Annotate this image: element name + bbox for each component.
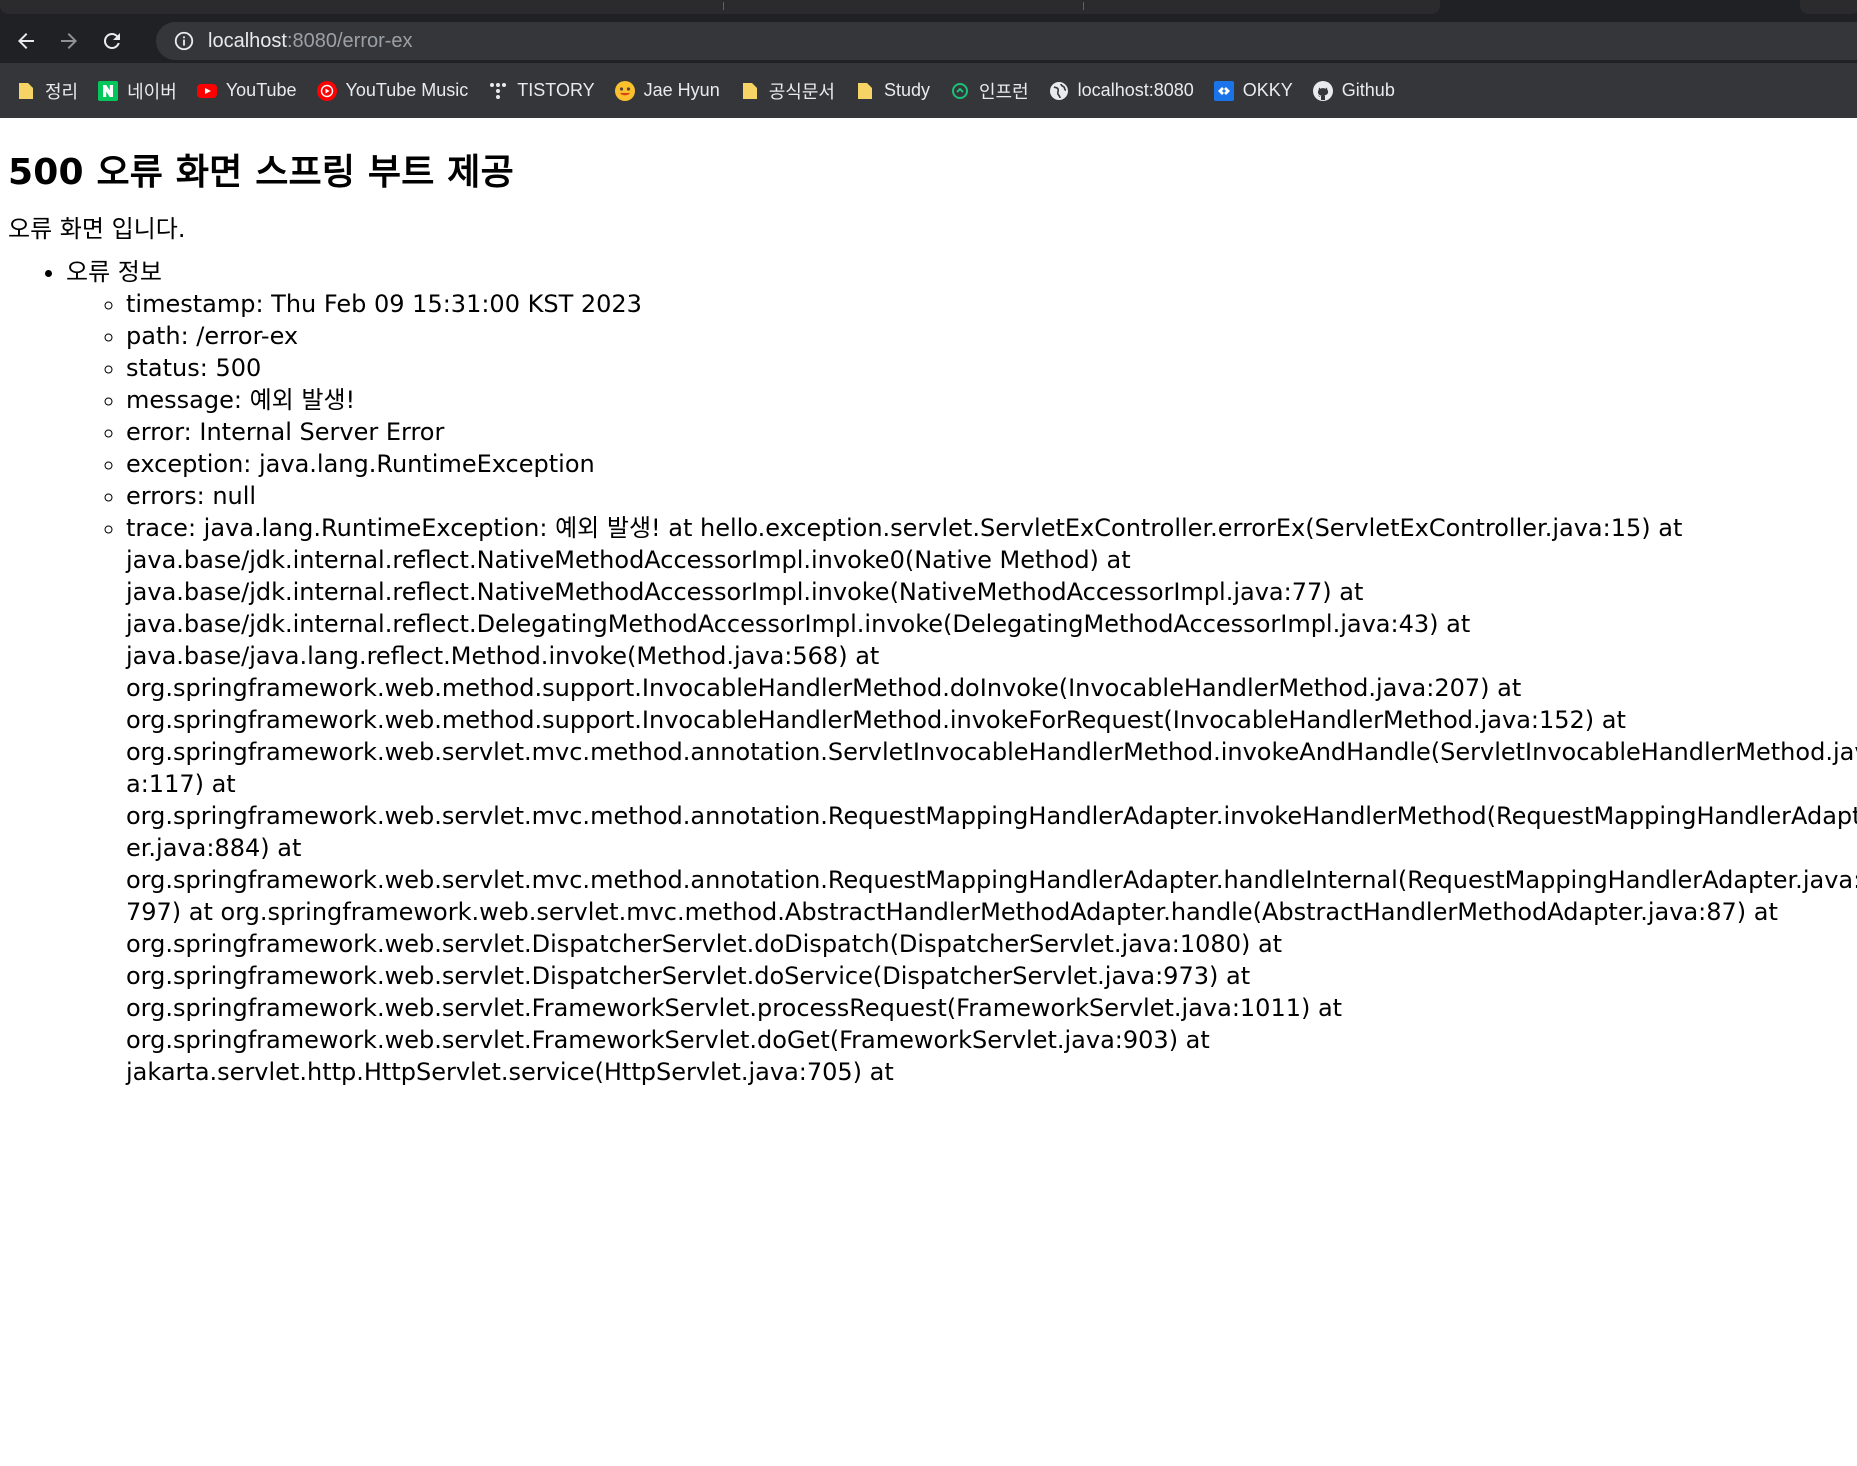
bookmark-localhost[interactable]: localhost:8080	[1047, 74, 1196, 108]
error-item: error: Internal Server Error	[126, 416, 1857, 448]
tab-active[interactable]	[0, 0, 1440, 14]
bookmark-label: TISTORY	[517, 80, 595, 100]
errors-item: errors: null	[126, 480, 1857, 512]
page-lead: 오류 화면 입니다.	[8, 215, 186, 243]
bookmark-label: OKKY	[1242, 80, 1293, 100]
bookmark-jae-hyun[interactable]: Jae Hyun	[613, 74, 722, 108]
emoji-icon	[614, 80, 635, 101]
message-item: message: 예외 발생!	[126, 384, 1857, 416]
bookmark-label: localhost:8080	[1077, 80, 1194, 100]
bookmark-youtube[interactable]: YouTube	[195, 74, 299, 108]
section-label: 오류 정보	[66, 258, 162, 286]
trace-item: trace: java.lang.RuntimeException: 예외 발생…	[126, 512, 1857, 1088]
inflearn-icon	[950, 81, 970, 101]
okky-icon	[1213, 80, 1234, 101]
youtube-music-icon	[316, 80, 337, 101]
page-title: 500 오류 화면 스프링 부트 제공	[8, 152, 514, 193]
address-bar[interactable]: localhost:8080/error-ex	[156, 22, 1857, 60]
bookmark-정리[interactable]: 정리	[14, 74, 80, 108]
bookmark-label: Study	[883, 80, 930, 100]
tab-inactive[interactable]	[1800, 0, 1857, 14]
reload-icon	[103, 32, 120, 49]
forward-button[interactable]	[52, 24, 86, 58]
error-detail-list: timestamp: Thu Feb 09 15:31:00 KST 2023 …	[66, 288, 1857, 1088]
status-item: status: 500	[126, 352, 1857, 384]
tab-separator	[723, 2, 724, 10]
arrow-right-icon	[61, 32, 77, 49]
page-content: 500 오류 화면 스프링 부트 제공 오류 화면 입니다. 오류 정보 tim…	[0, 118, 1857, 1088]
tab-strip	[0, 0, 1857, 18]
error-info-list: 오류 정보 timestamp: Thu Feb 09 15:31:00 KST…	[8, 256, 1857, 1088]
folder-icon	[740, 81, 760, 101]
bookmark-inflearn[interactable]: 인프런	[948, 74, 1031, 108]
youtube-icon	[196, 81, 217, 101]
naver-icon	[98, 80, 119, 101]
tab-separator	[1083, 2, 1084, 10]
bookmark-label: YouTube	[225, 80, 297, 100]
bookmark-github[interactable]: Github	[1311, 74, 1397, 108]
bookmark-study[interactable]: Study	[853, 74, 932, 108]
arrow-left-icon	[18, 32, 34, 49]
bookmark-label: YouTube Music	[345, 80, 469, 100]
bookmark-youtube-music[interactable]: YouTube Music	[315, 74, 471, 108]
bookmark-공식문서[interactable]: 공식문서	[738, 74, 837, 108]
folder-icon	[855, 81, 875, 101]
exception-item: exception: java.lang.RuntimeException	[126, 448, 1857, 480]
url-path: :8080/error-ex	[286, 29, 413, 52]
bookmark-label: 공식문서	[768, 81, 835, 102]
bookmark-naver[interactable]: 네이버	[96, 74, 179, 108]
bookmark-label: 정리	[45, 81, 79, 102]
back-button[interactable]	[9, 24, 43, 58]
globe-icon	[1049, 81, 1069, 101]
folder-icon	[16, 81, 36, 101]
info-icon[interactable]	[172, 29, 196, 53]
tistory-icon	[488, 81, 508, 101]
github-icon	[1312, 80, 1333, 101]
bookmark-tistory[interactable]: TISTORY	[486, 74, 596, 108]
bookmarks-bar: 정리 네이버 YouTube YouTube Music TISTORY Jae…	[0, 63, 1857, 118]
bookmark-okky[interactable]: OKKY	[1212, 74, 1295, 108]
browser-toolbar: localhost:8080/error-ex	[0, 18, 1857, 63]
bookmark-label: 인프런	[978, 81, 1029, 102]
bookmark-label: 네이버	[127, 81, 177, 102]
timestamp-item: timestamp: Thu Feb 09 15:31:00 KST 2023	[126, 288, 1857, 320]
reload-button[interactable]	[95, 24, 129, 58]
path-item: path: /error-ex	[126, 320, 1857, 352]
url-text[interactable]: localhost:8080/error-ex	[208, 30, 413, 53]
bookmark-label: Jae Hyun	[643, 80, 720, 100]
error-info-section: 오류 정보 timestamp: Thu Feb 09 15:31:00 KST…	[66, 256, 1857, 1088]
url-host: localhost	[208, 29, 287, 52]
bookmark-label: Github	[1341, 80, 1395, 100]
